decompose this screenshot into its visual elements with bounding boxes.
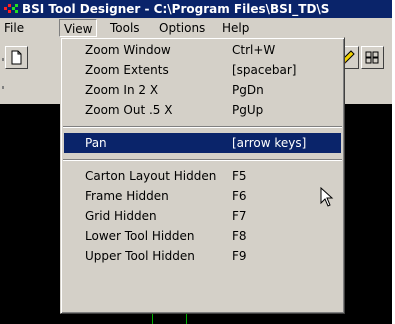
menu-item-shortcut: F7 [232,209,247,223]
menu-file[interactable]: File [0,18,28,38]
menu-item-label: Zoom Extents [85,63,169,77]
menu-options[interactable]: Options [155,18,209,38]
menu-item-label: Grid Hidden [85,209,157,223]
menu-item-label: Zoom In 2 X [85,83,159,97]
menu-item-lower-tool-hidden[interactable]: Lower Tool Hidden F8 [64,226,341,246]
menu-item-shortcut: PgUp [232,103,264,117]
menu-item-label: Zoom Window [85,43,171,57]
new-button[interactable] [5,46,28,69]
toolbar-grip [2,58,4,61]
menu-item-shortcut: F8 [232,229,247,243]
toolbar-grip [2,86,4,89]
menu-help[interactable]: Help [218,18,253,38]
menu-item-shortcut: Ctrl+W [232,43,276,57]
menu-item-grid-hidden[interactable]: Grid Hidden F7 [64,206,341,226]
menu-separator [63,126,342,128]
view-menu-dropdown: Zoom Window Ctrl+W Zoom Extents [spaceba… [60,37,345,314]
menu-item-shortcut: F6 [232,189,247,203]
menu-item-label: Pan [85,136,107,150]
menu-item-shortcut: F9 [232,249,247,263]
menu-item-shortcut: [arrow keys] [232,136,307,150]
menu-item-pan[interactable]: Pan [arrow keys] [64,133,341,153]
canvas-marker [152,314,153,324]
menu-view[interactable]: View [59,19,98,37]
menu-item-zoom-in[interactable]: Zoom In 2 X PgDn [64,80,341,100]
menu-item-frame-hidden[interactable]: Frame Hidden F6 [64,186,341,206]
grid-button[interactable] [361,46,384,69]
menu-tools[interactable]: Tools [106,18,144,38]
title-bar[interactable]: BSI Tool Designer - C:\Program Files\BSI… [0,0,392,18]
menu-item-zoom-window[interactable]: Zoom Window Ctrl+W [64,40,341,60]
canvas-marker [186,314,187,324]
menu-bar: File View Tools Options Help [0,18,392,38]
new-document-icon [11,50,22,65]
menu-item-zoom-out[interactable]: Zoom Out .5 X PgUp [64,100,341,120]
menu-item-shortcut: PgDn [232,83,264,97]
menu-separator [63,159,342,161]
menu-item-shortcut: [spacebar] [232,63,297,77]
menu-item-label: Upper Tool Hidden [85,249,195,263]
menu-item-shortcut: F5 [232,169,247,183]
menu-item-label: Zoom Out .5 X [85,103,173,117]
menu-item-zoom-extents[interactable]: Zoom Extents [spacebar] [64,60,341,80]
bsi-app-icon [4,4,18,14]
mouse-pointer-icon [320,187,334,207]
menu-item-label: Frame Hidden [85,189,169,203]
window-title: BSI Tool Designer - C:\Program Files\BSI… [22,2,330,16]
grid-icon [365,51,379,64]
menu-item-label: Lower Tool Hidden [85,229,195,243]
menu-item-label: Carton Layout Hidden [85,169,217,183]
menu-item-upper-tool-hidden[interactable]: Upper Tool Hidden F9 [64,246,341,266]
menu-item-carton-layout-hidden[interactable]: Carton Layout Hidden F5 [64,166,341,186]
